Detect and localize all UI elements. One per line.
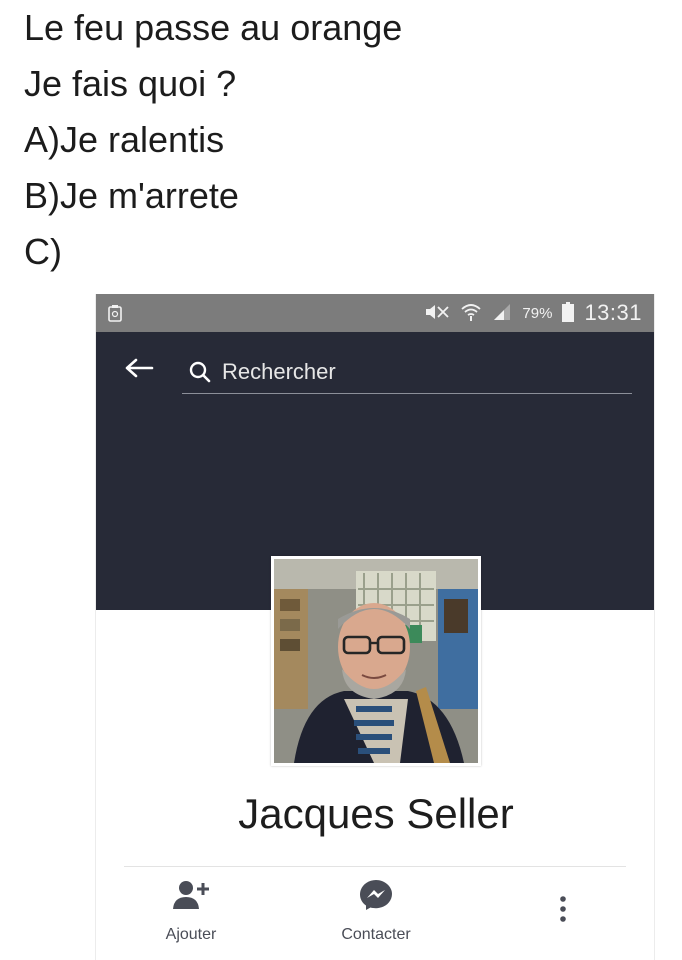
divider [124, 866, 626, 867]
add-friend-icon [173, 879, 209, 916]
search-placeholder: Rechercher [222, 358, 336, 384]
caption-line-1: Le feu passe au orange [24, 7, 403, 48]
battery-percent: 79% [522, 304, 553, 322]
mute-icon [424, 303, 450, 324]
wifi-icon [460, 302, 482, 325]
add-friend-button[interactable]: Ajouter [146, 879, 236, 944]
messenger-icon [359, 879, 393, 916]
search-input[interactable]: Rechercher [182, 350, 632, 394]
more-vertical-icon [559, 895, 567, 928]
phone-screenshot: 79% 13:31 Rechercher Jacques Seller Ajou… [95, 294, 655, 960]
profile-photo[interactable] [271, 556, 481, 766]
search-icon [188, 360, 212, 384]
caption-line-5: C) [24, 231, 62, 272]
profile-actions: Ajouter Contacter [96, 879, 656, 959]
caption-line-2: Je fais quoi ? [24, 63, 237, 104]
signal-icon [492, 303, 512, 324]
battery-icon [562, 301, 575, 325]
arrow-left-icon [124, 357, 154, 384]
meme-caption: Le feu passe au orange Je fais quoi ? A)… [24, 0, 402, 280]
status-time: 13:31 [584, 300, 642, 325]
back-button[interactable] [122, 356, 156, 384]
profile-name: Jacques Seller [238, 790, 514, 837]
more-options-button[interactable] [548, 895, 578, 928]
contact-label: Contacter [341, 926, 411, 943]
caption-line-4: B)Je m'arrete [24, 175, 239, 216]
screenshot-icon [108, 304, 122, 322]
add-friend-label: Ajouter [165, 926, 217, 943]
contact-button[interactable]: Contacter [326, 879, 426, 944]
caption-line-3: A)Je ralentis [24, 119, 225, 160]
status-bar: 79% 13:31 [96, 294, 654, 332]
